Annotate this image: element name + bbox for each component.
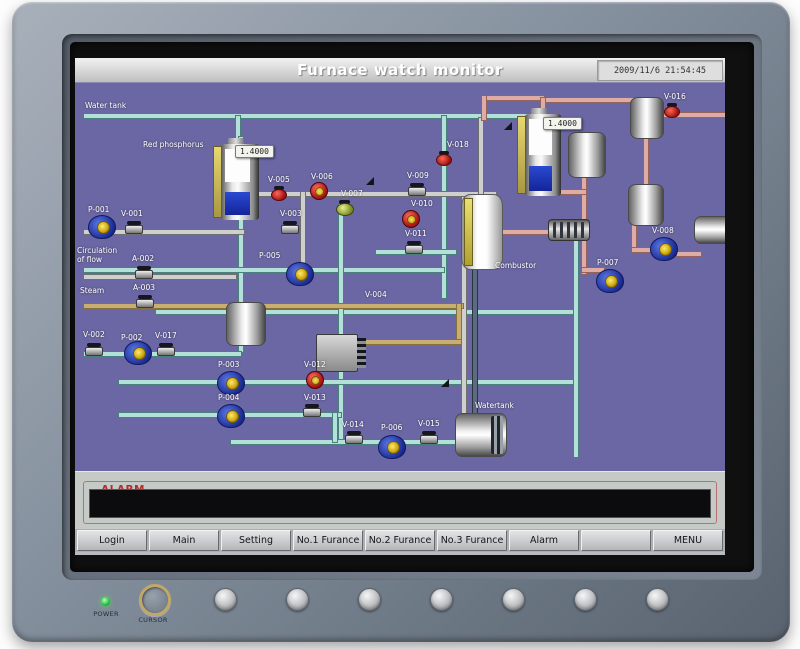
power-led [101, 597, 110, 606]
setting-button[interactable]: Setting [221, 530, 291, 551]
blank-button[interactable] [581, 530, 651, 551]
diagram-label-p-004: P-004 [218, 393, 239, 402]
process-diagram: 1.4000 1.4000 Water tankRed phosphorusCi… [75, 83, 725, 471]
diagram-label-p-005: P-005 [259, 251, 280, 260]
no1-furnace-button[interactable]: No.1 Furance [293, 530, 363, 551]
title-bar: Furnace watch monitor 2009/11/6 21:54:45 [75, 58, 725, 83]
diagram-label-v-001: V-001 [121, 209, 143, 218]
diagram-label-a-003: A-003 [133, 283, 155, 292]
diagram-label-v-012: V-012 [304, 360, 326, 369]
hmi-button-row: Login Main Setting No.1 Furance No.2 Fur… [75, 529, 725, 552]
alarm-groupbox: ALARM [83, 481, 717, 524]
diagram-label-layer: Water tank Red phosphorus Circulationof fl… [75, 83, 725, 471]
function-key-1[interactable] [214, 588, 237, 611]
function-key-2[interactable] [286, 588, 309, 611]
no2-furnace-button[interactable]: No.2 Furance [365, 530, 435, 551]
diagram-label-of-flow: of flow [77, 255, 102, 264]
diagram-label-p-003: P-003 [218, 360, 239, 369]
diagram-label-red-phosphorus: Red phosphorus [143, 140, 204, 149]
hmi-screen: Furnace watch monitor 2009/11/6 21:54:45 [75, 58, 725, 555]
diagram-label-v-011: V-011 [405, 229, 427, 238]
diagram-label-steam: Steam [80, 286, 104, 295]
diagram-label-combustor: Combustor [495, 261, 536, 270]
diagram-label-v-002: V-002 [83, 330, 105, 339]
datetime-display: 2009/11/6 21:54:45 [597, 60, 723, 81]
diagram-label-v-008: V-008 [652, 226, 674, 235]
function-key-3[interactable] [358, 588, 381, 611]
login-button[interactable]: Login [77, 530, 147, 551]
page-title: Furnace watch monitor [297, 61, 503, 79]
diagram-label-watertank: Watertank [475, 401, 514, 410]
diagram-label-p-001: P-001 [88, 205, 109, 214]
cursor-button-label: CURSOR [130, 616, 176, 624]
alarm-zone: ALARM [75, 471, 725, 529]
function-key-6[interactable] [574, 588, 597, 611]
diagram-label-v-018: V-018 [447, 140, 469, 149]
main-button[interactable]: Main [149, 530, 219, 551]
diagram-label-v-007: V-007 [341, 189, 363, 198]
function-key-7[interactable] [646, 588, 669, 611]
photo-stage: Furnace watch monitor 2009/11/6 21:54:45 [0, 0, 800, 649]
diagram-label-v-016: V-016 [664, 92, 686, 101]
alarm-list-display [89, 489, 711, 518]
function-key-4[interactable] [430, 588, 453, 611]
no3-furnace-button[interactable]: No.3 Furance [437, 530, 507, 551]
diagram-label-v-005: V-005 [268, 175, 290, 184]
diagram-label-v-017: V-017 [155, 331, 177, 340]
menu-button[interactable]: MENU [653, 530, 723, 551]
diagram-label-water-tank: Water tank [85, 101, 126, 110]
diagram-label-v-003: V-003 [280, 209, 302, 218]
alarm-button[interactable]: Alarm [509, 530, 579, 551]
diagram-label-p-007: P-007 [597, 258, 618, 267]
screen-footer [75, 552, 725, 555]
diagram-label-p-002: P-002 [121, 333, 142, 342]
cursor-ring-button[interactable] [139, 584, 171, 616]
diagram-label-v-013: V-013 [304, 393, 326, 402]
diagram-label-v-004: V-004 [365, 290, 387, 299]
diagram-label-v-006: V-006 [311, 172, 333, 181]
diagram-label-v-015: V-015 [418, 419, 440, 428]
power-led-label: POWER [88, 610, 124, 618]
diagram-label-v-010: V-010 [411, 199, 433, 208]
diagram-label-v-014: V-014 [342, 420, 364, 429]
touch-panel-monitor: Furnace watch monitor 2009/11/6 21:54:45 [12, 2, 790, 642]
diagram-label-p-006: P-006 [381, 423, 402, 432]
function-key-5[interactable] [502, 588, 525, 611]
diagram-label-v-009: V-009 [407, 171, 429, 180]
diagram-label-a-002: A-002 [132, 254, 154, 263]
diagram-label-circulation: Circulation [77, 246, 117, 255]
